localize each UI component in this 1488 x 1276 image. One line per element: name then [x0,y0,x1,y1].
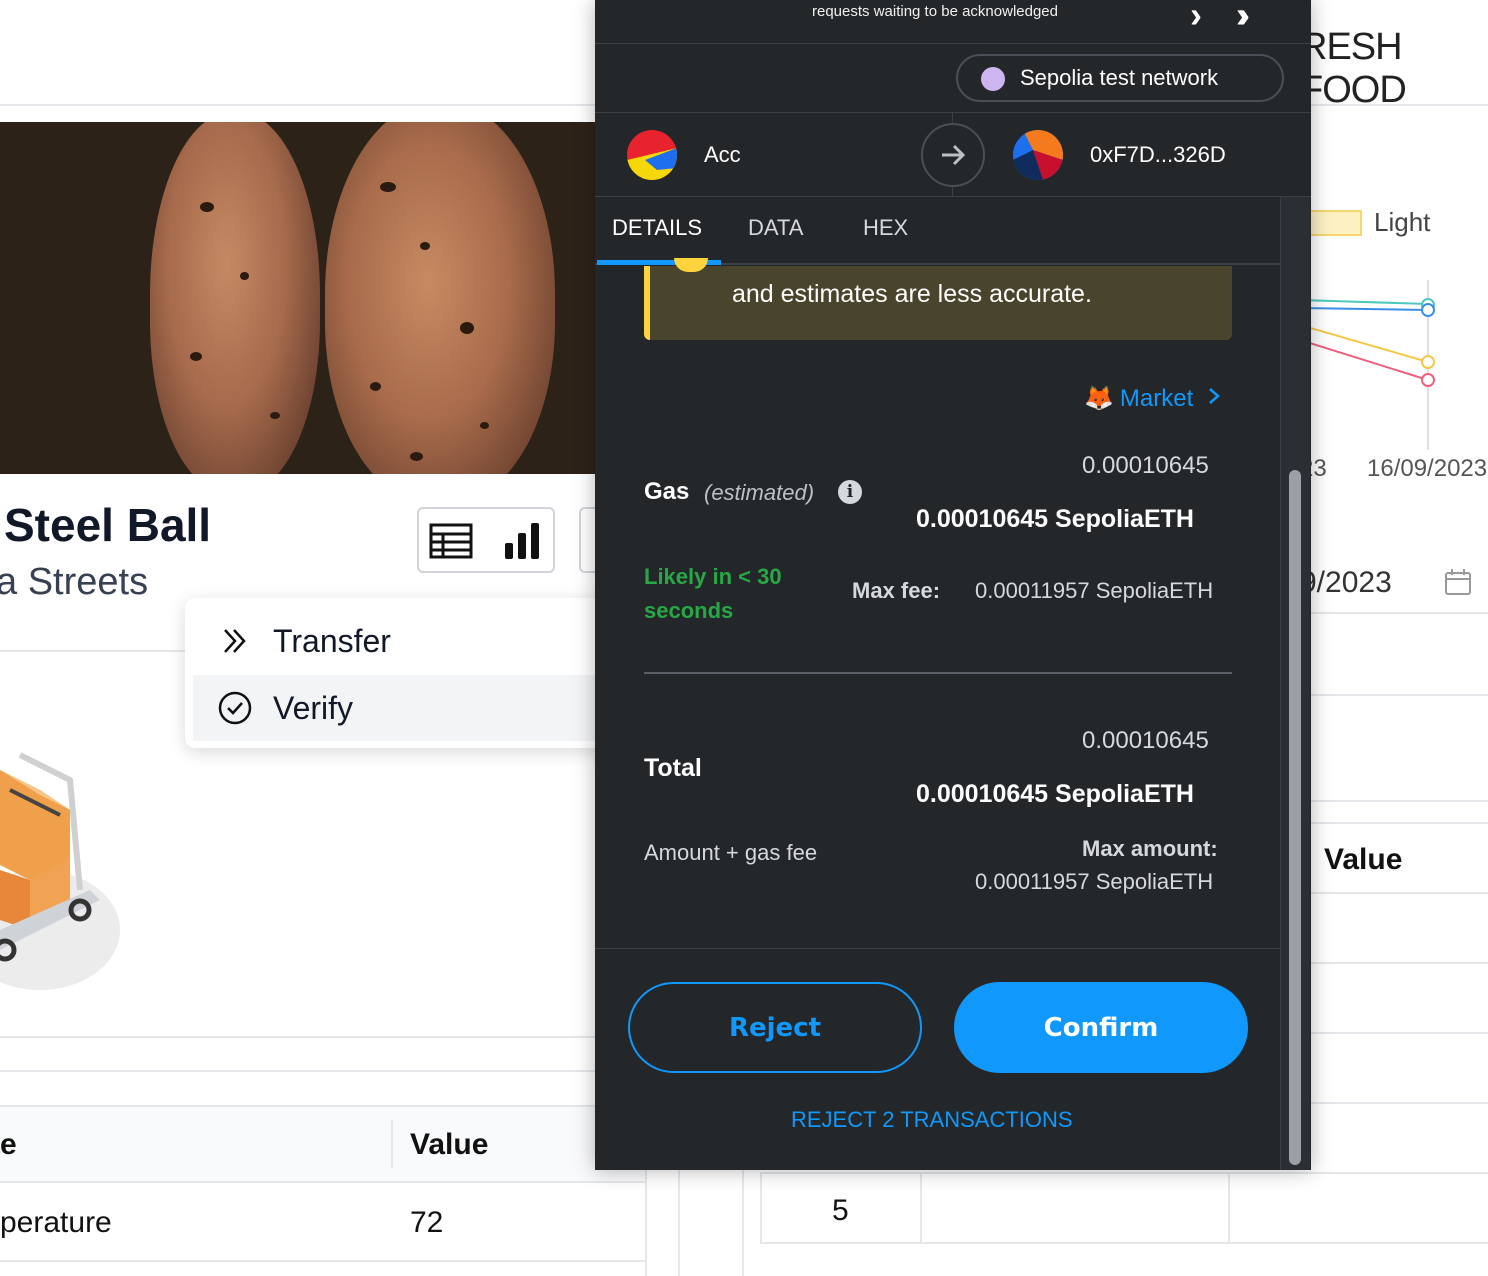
divider [0,1036,645,1038]
axis-tick-label: 16/09/2023 [1367,455,1488,482]
panel-border [742,1170,744,1276]
table-cell: 5 [832,1194,849,1227]
product-title: Steel Ball [4,499,212,551]
next-request-chevron-icon[interactable]: › [1190,0,1202,36]
confirm-button[interactable]: Confirm [954,982,1248,1073]
calendar-icon[interactable] [1444,568,1472,601]
table-cell-name: perature [0,1206,112,1239]
arrow-right-icon [921,123,985,187]
carrot-shape [325,122,555,474]
carrot-shape [150,122,320,474]
divider [595,43,1311,44]
divider [1300,822,1488,824]
reject-button[interactable]: Reject [628,982,922,1073]
gas-timing-estimate: Likely in < 30 seconds [644,564,782,623]
tab-hex[interactable]: HEX [863,215,908,241]
tab-data[interactable]: DATA [748,215,803,241]
table-border [920,1172,922,1242]
total-primary: 0.00010645 [1082,727,1209,754]
column-header-value[interactable]: Value [1324,843,1402,877]
divider [0,1070,645,1072]
scrollbar-thumb[interactable] [1289,470,1301,1165]
info-icon[interactable]: i [838,480,862,504]
legend-label-light: Light [1374,207,1431,237]
divider [1300,800,1488,802]
fox-icon: 🦊 [1084,385,1114,412]
max-amount-value: 0.00011957 SepoliaETH [975,869,1214,894]
network-name: Sepolia test network [1020,65,1219,90]
account-avatar [627,130,677,180]
divider [1300,962,1488,964]
divider [1300,1102,1488,1104]
menu-item-transfer[interactable]: Transfer [193,608,613,674]
panel-border [678,1170,680,1276]
network-dot-icon [981,67,1005,91]
product-image [0,122,600,474]
divider [760,1172,1488,1174]
max-fee-value: 0.00011957 SepoliaETH [975,578,1214,603]
gas-fee-eth: 0.00010645 SepoliaETH [916,505,1194,533]
divider [760,1242,1488,1244]
gas-label: Gas [644,478,690,505]
table-header [0,1105,645,1183]
menu-item-label: Transfer [273,622,391,659]
divider [0,650,190,652]
divider [1300,892,1488,894]
view-toggle [417,507,555,573]
from-account-name[interactable]: Acc [704,142,741,168]
double-chevron-right-icon [205,626,265,656]
column-header-value[interactable]: Value [410,1128,488,1162]
table-border [760,1172,762,1242]
delivery-cart-illustration [0,750,130,1000]
reject-all-transactions-link[interactable]: REJECT 2 TRANSACTIONS [791,1107,1073,1133]
warning-text: and estimates are less accurate. [732,280,1092,308]
gas-fee-market-link[interactable]: 🦊 Market [1084,384,1221,413]
total-eth: 0.00010645 SepoliaETH [916,780,1194,808]
amount-plus-gas-label: Amount + gas fee [644,840,818,865]
table-border [1228,1172,1230,1242]
chevron-right-icon [1207,385,1221,413]
max-amount-label: Max amount: [1082,836,1218,861]
divider [0,1260,645,1262]
divider [595,112,1311,113]
gas-fee-primary: 0.00010645 [1082,452,1209,479]
queue-status-text: requests waiting to be acknowledged [812,3,1058,20]
column-header-name[interactable]: e [0,1128,17,1162]
brand-logo-text[interactable]: RESH FOOD [1300,26,1488,112]
panel-border [645,1170,647,1276]
gas-estimated-label: (estimated) [704,480,815,505]
tab-details[interactable]: DETAILS [612,215,702,241]
divider [1300,1032,1488,1034]
divider [644,672,1232,674]
menu-item-verify[interactable]: Verify [193,675,613,741]
column-separator [391,1120,393,1168]
table-view-icon[interactable] [429,523,473,564]
date-input[interactable]: 9/2023 [1300,566,1392,600]
max-fee-label: Max fee: [852,578,941,603]
divider [1300,694,1488,696]
recipient-avatar [1013,130,1063,180]
last-request-double-chevron-icon[interactable]: ›› [1236,0,1250,36]
divider [1300,612,1488,614]
table-cell-value: 72 [410,1206,444,1239]
menu-item-label: Verify [273,689,354,726]
recipient-address[interactable]: 0xF7D...326D [1090,142,1226,168]
check-circle-icon [205,691,265,725]
market-label: Market [1119,384,1194,412]
line-chart-fragment [1299,280,1488,460]
divider [595,948,1280,949]
chart-view-icon[interactable] [503,521,543,566]
product-subtitle: a Streets [0,561,149,603]
total-label: Total [644,754,702,782]
context-menu: Transfer Verify [185,598,615,748]
